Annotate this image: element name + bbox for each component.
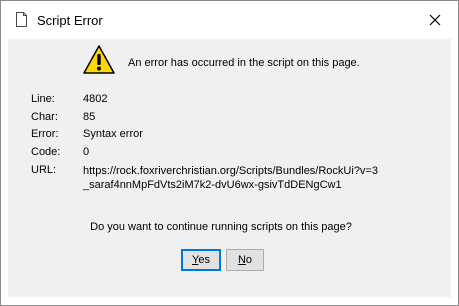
dialog-content: An error has occurred in the script on t… xyxy=(8,39,451,297)
url-label: URL: xyxy=(31,164,57,176)
url-value: https://rock.foxriverchristian.org/Scrip… xyxy=(83,165,378,191)
close-button[interactable] xyxy=(421,7,449,35)
code-value: 0 xyxy=(83,146,90,158)
no-button[interactable]: No xyxy=(226,249,264,271)
yes-button-label: Yes xyxy=(192,254,210,266)
warning-icon xyxy=(83,44,115,76)
yes-button[interactable]: Yes xyxy=(181,249,221,271)
continue-question: Do you want to continue running scripts … xyxy=(90,221,352,233)
error-value: Syntax error xyxy=(83,128,143,140)
no-button-label: No xyxy=(237,254,253,266)
code-label: Code: xyxy=(31,146,61,158)
char-label: Char: xyxy=(31,111,58,123)
error-label: Error: xyxy=(31,128,59,140)
script-error-dialog: Script Error An error has occurred in th… xyxy=(0,0,459,306)
line-label: Line: xyxy=(31,93,55,105)
window-title: Script Error xyxy=(37,13,103,28)
error-message: An error has occurred in the script on t… xyxy=(128,57,360,69)
document-icon xyxy=(16,12,27,27)
close-icon xyxy=(429,14,441,29)
line-value: 4802 xyxy=(83,93,108,105)
char-value: 85 xyxy=(83,111,96,123)
title-bar: Script Error xyxy=(1,1,458,39)
